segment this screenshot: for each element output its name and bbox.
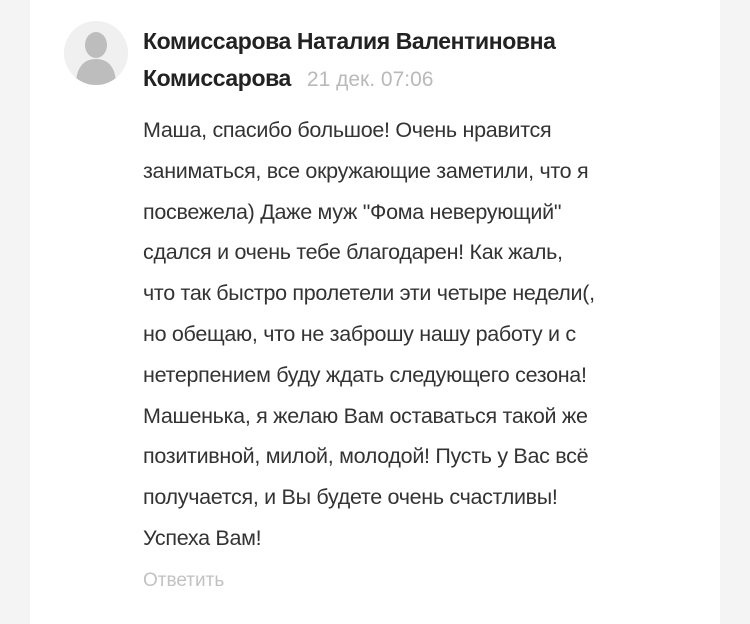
- comment-text-line: сдался и очень тебе благодарен! Как жаль…: [143, 240, 563, 265]
- comment-text-line: но обещаю, что не заброшу нашу работу и …: [143, 321, 576, 346]
- comment-text-line: Машенька, я желаю Вам оставаться такой ж…: [143, 403, 588, 428]
- comment-text-line: что так быстро пролетели эти четыре неде…: [143, 281, 595, 306]
- comment-text-line: посвежела) Даже муж "Фома неверующий": [143, 199, 562, 224]
- comment-date[interactable]: 21 дек. 07:06: [307, 68, 434, 91]
- comment-text-line: Успеха Вам!: [143, 525, 262, 550]
- author-name-line2[interactable]: Комиссарова: [143, 65, 291, 91]
- user-silhouette-icon: [64, 21, 128, 85]
- comment-text: Маша, спасибо большое! Очень нравится за…: [143, 110, 703, 559]
- comment-text-line: позитивной, милой, молодой! Пусть у Вас …: [143, 444, 589, 469]
- avatar[interactable]: [64, 21, 128, 85]
- reply-link[interactable]: Ответить: [143, 570, 224, 592]
- author-name-line1[interactable]: Комиссарова Наталия Валентиновна: [143, 23, 703, 60]
- comment-text-line: нетерпением буду ждать следующего сезона…: [143, 362, 587, 387]
- comment-text-line: получается, и Вы будете очень счастливы!: [143, 485, 558, 510]
- comment-header: Комиссарова Наталия Валентиновна Комисса…: [143, 23, 703, 98]
- comment-text-line: заниматься, все окружающие заметили, что…: [143, 158, 589, 183]
- comment-text-line: Маша, спасибо большое! Очень нравится: [143, 118, 552, 142]
- comment-card: Комиссарова Наталия Валентиновна Комисса…: [30, 0, 720, 624]
